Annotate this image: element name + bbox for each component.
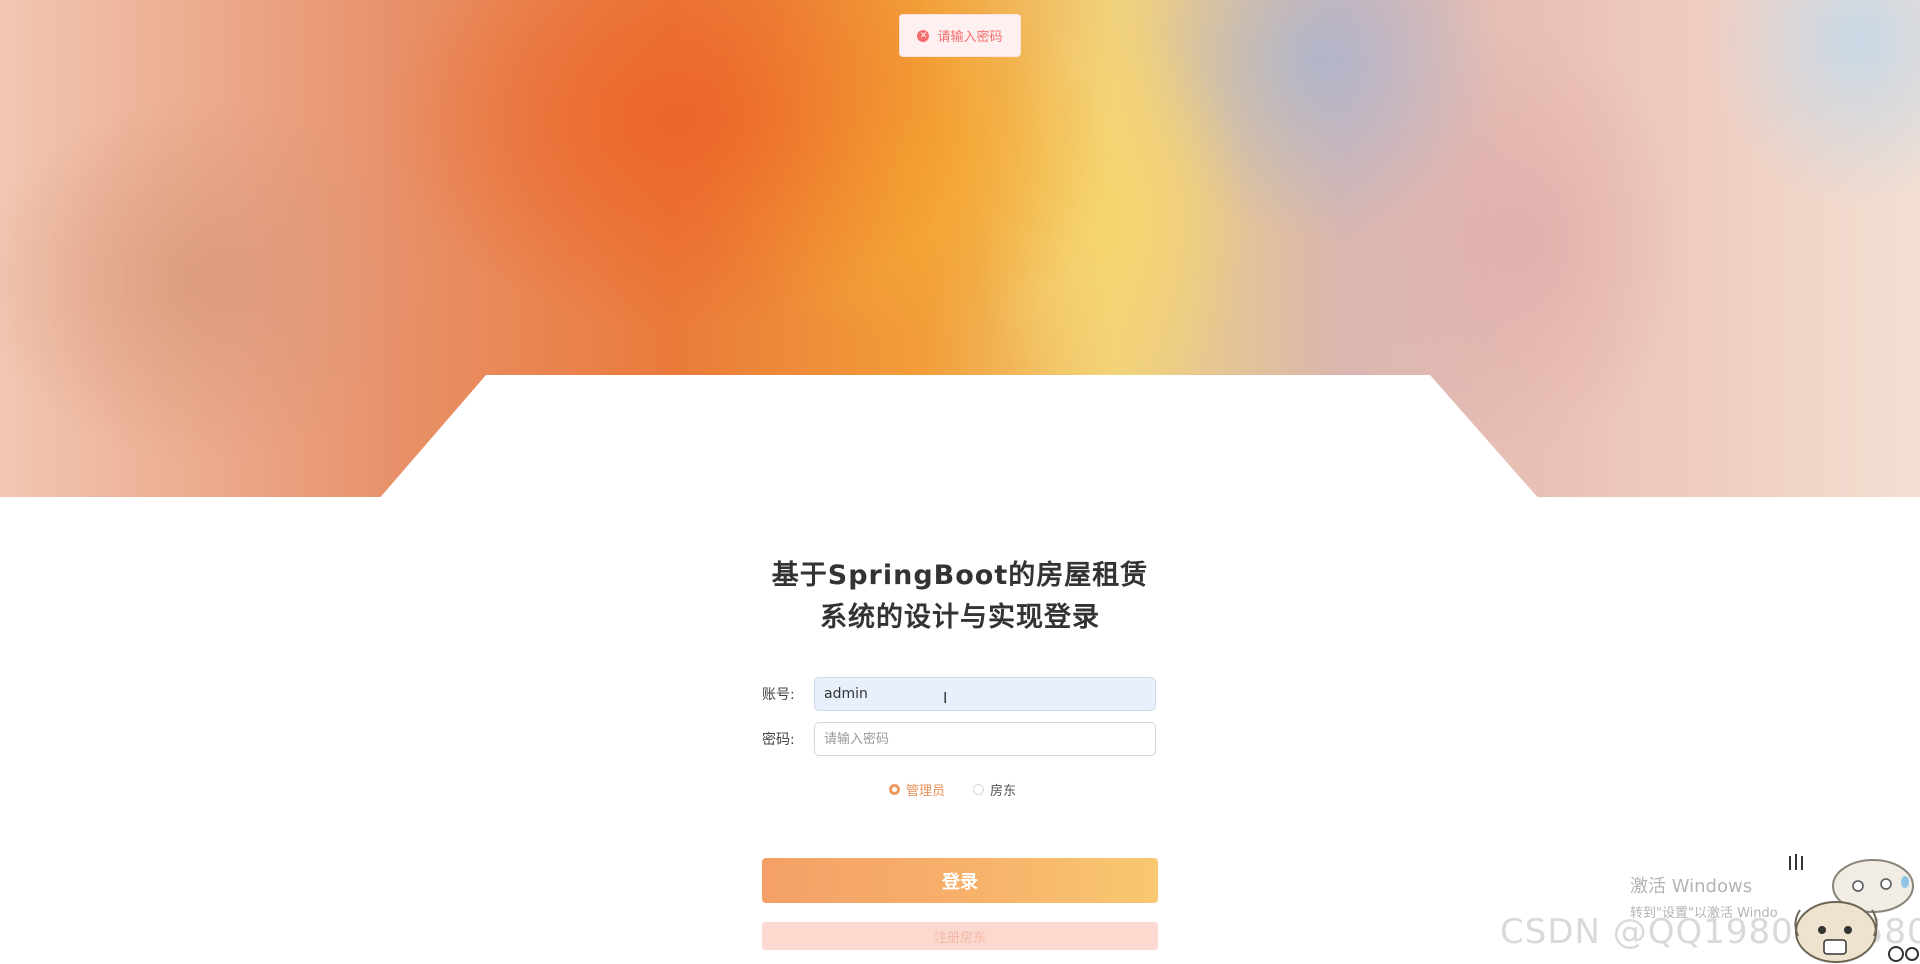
page-title: 基于SpringBoot的房屋租赁系统的设计与实现登录 — [771, 560, 1149, 633]
hero-trapezoid-cutout — [378, 375, 1540, 500]
hero-background — [0, 0, 1920, 500]
role-label-admin: 管理员 — [906, 784, 946, 799]
error-toast: ✕ 请输入密码 — [899, 14, 1021, 57]
login-button[interactable]: 登录 — [762, 858, 1158, 903]
windows-activation-title: 激活 Windows — [1630, 876, 1753, 897]
account-label: 账号: — [762, 687, 795, 703]
password-label: 密码: — [762, 732, 795, 748]
role-radio-landlord[interactable]: 房东 — [973, 780, 1016, 799]
password-input[interactable] — [814, 722, 1156, 756]
account-row: 账号: — [762, 677, 1156, 711]
toast-message: 请输入密码 — [937, 30, 1003, 45]
radio-checked-icon — [889, 784, 900, 795]
role-radio-group: 管理员 房东 — [889, 780, 1016, 799]
password-row: 密码: — [762, 722, 1156, 756]
role-label-landlord: 房东 — [990, 784, 1017, 799]
text-cursor-icon: I — [943, 689, 948, 707]
dog-mascot-icon — [1789, 854, 1919, 963]
role-radio-admin[interactable]: 管理员 — [889, 780, 945, 799]
register-landlord-button[interactable]: 注册房东 — [762, 922, 1158, 950]
account-input[interactable] — [814, 677, 1156, 711]
error-circle-icon: ✕ — [917, 29, 930, 42]
radio-unchecked-icon — [973, 784, 985, 795]
hero-bottom-edge — [0, 497, 1920, 500]
